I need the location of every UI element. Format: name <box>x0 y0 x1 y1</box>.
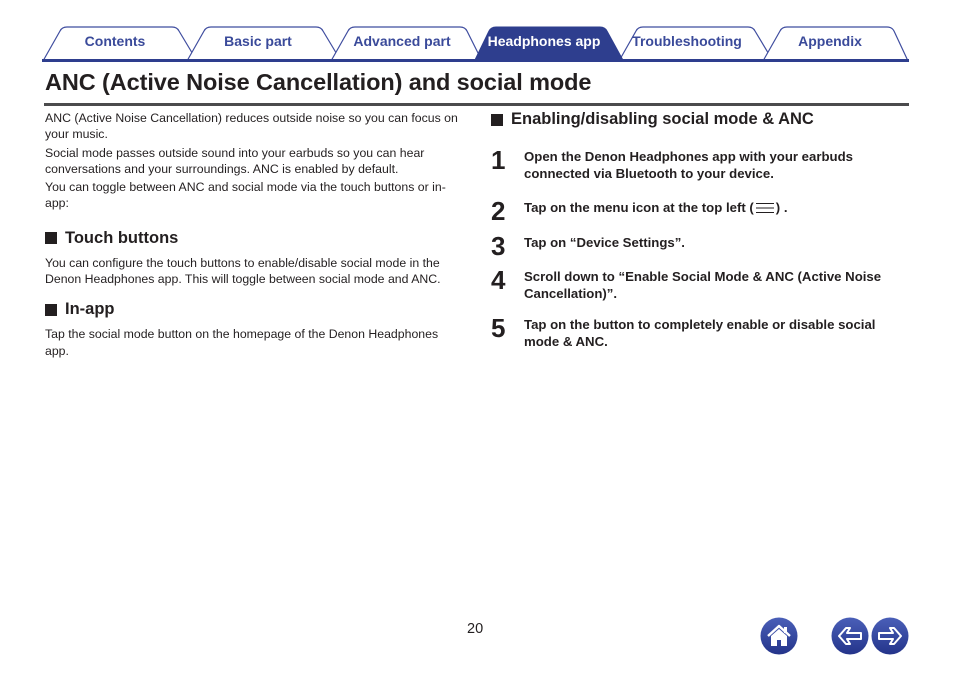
step-number: 3 <box>491 231 506 261</box>
step-text-after: ) . <box>775 200 788 215</box>
step-text: Scroll down to “Enable Social Mode & ANC… <box>524 269 882 301</box>
page-title: ANC (Active Noise Cancellation) and soci… <box>45 69 592 95</box>
tab-bar: Contents Basic part Advanced part Headph… <box>42 26 909 62</box>
section-body: Tap the social mode button on the homepa… <box>45 327 439 358</box>
step-text-before: Tap on the menu icon at the top left ( <box>524 200 754 215</box>
step-1: 1 Open the Denon Headphones app with you… <box>491 145 904 182</box>
step-3: 3 Tap on “Device Settings”. <box>491 231 904 261</box>
tab-contents[interactable]: Contents <box>77 33 153 49</box>
section-body: You can configure the touch buttons to e… <box>45 255 441 287</box>
section-heading-text: Touch buttons <box>65 228 179 247</box>
step-2: 2 Tap on the menu icon at the top left (… <box>491 196 904 226</box>
step-number: 4 <box>491 265 506 295</box>
section-heading-touch-buttons: Touch buttons <box>45 229 465 248</box>
procedure-heading-text: Enabling/disabling social mode & ANC <box>511 110 814 128</box>
forward-button[interactable] <box>871 617 909 655</box>
step-text: Tap on the button to completely enable o… <box>524 317 876 349</box>
tab-basic-part[interactable]: Basic part <box>217 33 299 49</box>
step-4: 4 Scroll down to “Enable Social Mode & A… <box>491 265 904 302</box>
section-heading-in-app: In-app <box>45 300 465 319</box>
tab-baseline <box>42 59 909 62</box>
step-text: Open the Denon Headphones app with your … <box>524 149 853 181</box>
square-bullet-icon <box>45 303 57 316</box>
step-5: 5 Tap on the button to completely enable… <box>491 313 904 350</box>
home-button[interactable] <box>760 617 798 655</box>
step-text: Tap on “Device Settings”. <box>524 235 685 250</box>
intro-paragraph: Social mode passes outside sound into yo… <box>45 145 425 176</box>
menu-icon <box>755 203 774 213</box>
intro-paragraph: You can toggle between ANC and social mo… <box>45 180 446 211</box>
tab-appendix[interactable]: Appendix <box>792 33 868 49</box>
tab-troubleshooting[interactable]: Troubleshooting <box>627 33 747 49</box>
step-number: 2 <box>491 196 506 226</box>
step-text: Tap on the menu icon at the top left ( ) … <box>524 199 904 223</box>
tab-advanced-part[interactable]: Advanced part <box>347 33 457 49</box>
square-bullet-icon <box>491 113 503 126</box>
title-rule <box>44 103 909 106</box>
step-number: 5 <box>491 313 506 343</box>
back-button[interactable] <box>831 617 869 655</box>
page-number: 20 <box>467 621 484 637</box>
tab-outlines <box>42 26 909 62</box>
step-number: 1 <box>491 145 506 175</box>
left-column: ANC (Active Noise Cancellation) reduces … <box>45 110 465 361</box>
section-heading-text: In-app <box>65 300 115 319</box>
intro-paragraph: ANC (Active Noise Cancellation) reduces … <box>45 111 458 142</box>
tab-headphones-app[interactable]: Headphones app <box>484 33 604 49</box>
arrow-right-icon <box>871 617 909 655</box>
arrow-left-icon <box>831 617 869 655</box>
home-icon <box>760 617 798 655</box>
procedure-heading: Enabling/disabling social mode & ANC <box>491 110 814 129</box>
square-bullet-icon <box>45 232 57 245</box>
